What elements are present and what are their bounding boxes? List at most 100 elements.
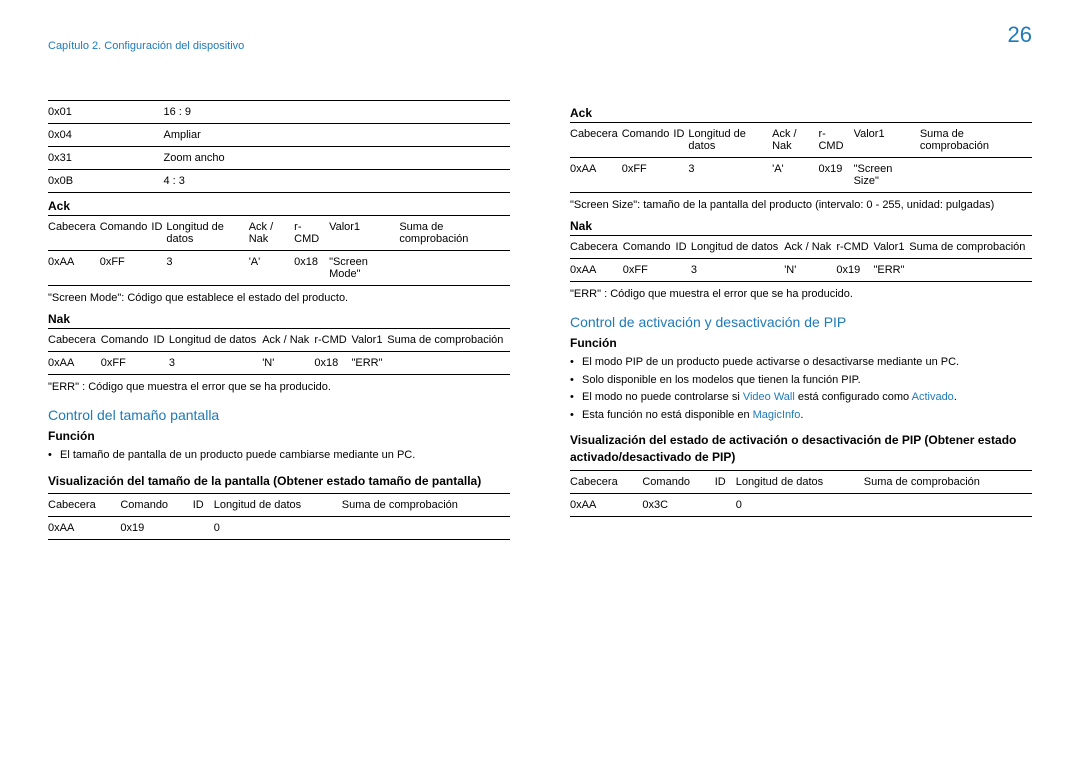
col-header: Cabecera — [570, 236, 623, 259]
col-header: Suma de comprobación — [387, 329, 510, 352]
col-header: r-CMD — [818, 123, 853, 158]
viz-table: Cabecera Comando ID Longitud de datos Su… — [570, 470, 1032, 517]
cell — [342, 517, 510, 540]
text: Esta función no está disponible en — [582, 409, 753, 421]
col-header: ID — [193, 494, 214, 517]
cell: 0xFF — [101, 352, 154, 375]
viz-table: Cabecera Comando ID Longitud de datos Su… — [48, 493, 510, 540]
col-header: Valor1 — [873, 236, 909, 259]
cell — [909, 259, 1032, 282]
ack-heading: Ack — [48, 199, 510, 213]
cell: 'A' — [772, 158, 818, 193]
cell: "Screen Mode" — [329, 251, 399, 286]
cell: 0x31 — [48, 147, 164, 170]
col-header: Longitud de datos — [736, 470, 864, 493]
funcion-list: El modo PIP de un producto puede activar… — [570, 354, 1032, 424]
funcion-list: El tamaño de pantalla de un producto pue… — [48, 447, 510, 465]
col-header: ID — [154, 329, 169, 352]
cell: 0 — [736, 493, 864, 516]
list-item: El modo PIP de un producto puede activar… — [570, 354, 1032, 372]
col-header: Comando — [622, 123, 674, 158]
cell: 0xAA — [48, 517, 120, 540]
cell: 'A' — [249, 251, 294, 286]
list-item: El tamaño de pantalla de un producto pue… — [48, 447, 510, 465]
chapter-header: Capítulo 2. Configuración del dispositiv… — [48, 40, 244, 52]
term-video-wall: Video Wall — [743, 391, 795, 403]
cell: Ampliar — [164, 124, 511, 147]
col-header: Ack / Nak — [772, 123, 818, 158]
cell — [715, 493, 736, 516]
cell: 0xAA — [570, 259, 623, 282]
cell: 0x01 — [48, 101, 164, 124]
funcion-heading: Función — [48, 429, 510, 443]
nak-note: "ERR" : Código que muestra el error que … — [570, 288, 1032, 300]
text: . — [954, 391, 957, 403]
col-header: ID — [673, 123, 688, 158]
cell: 0x18 — [314, 352, 351, 375]
col-header: Ack / Nak — [784, 236, 836, 259]
page-number: 26 — [1008, 22, 1032, 48]
cell: 0x19 — [120, 517, 192, 540]
col-header: Cabecera — [570, 470, 642, 493]
cell: 0 — [214, 517, 342, 540]
col-header: Longitud de datos — [169, 329, 262, 352]
col-header: Longitud de datos — [166, 216, 248, 251]
col-header: ID — [151, 216, 166, 251]
cell — [193, 517, 214, 540]
funcion-heading: Función — [570, 336, 1032, 350]
cell: 3 — [166, 251, 248, 286]
screen-mode-codes-table: 0x0116 : 9 0x04Ampliar 0x31Zoom ancho 0x… — [48, 100, 510, 193]
col-header: Cabecera — [48, 329, 101, 352]
cell: "ERR" — [351, 352, 387, 375]
list-item: Esta función no está disponible en Magic… — [570, 407, 1032, 425]
col-header: Suma de comprobación — [909, 236, 1032, 259]
cell — [673, 158, 688, 193]
cell: 16 : 9 — [164, 101, 511, 124]
col-header: r-CMD — [836, 236, 873, 259]
viz-heading: Visualización del estado de activación o… — [570, 432, 1032, 466]
ack-heading: Ack — [570, 106, 1032, 120]
cell: 3 — [691, 259, 784, 282]
col-header: Cabecera — [48, 216, 100, 251]
nak-note: "ERR" : Código que muestra el error que … — [48, 381, 510, 393]
col-header: Cabecera — [570, 123, 622, 158]
list-item: Solo disponible en los modelos que tiene… — [570, 372, 1032, 390]
col-header: Suma de comprobación — [399, 216, 510, 251]
col-header: Cabecera — [48, 494, 120, 517]
col-header: Ack / Nak — [262, 329, 314, 352]
col-header: Longitud de datos — [214, 494, 342, 517]
cell: 0xAA — [570, 158, 622, 193]
col-header: Suma de comprobación — [342, 494, 510, 517]
ack-table: Cabecera Comando ID Longitud de datos Ac… — [48, 215, 510, 286]
cell — [864, 493, 1032, 516]
cell: Zoom ancho — [164, 147, 511, 170]
col-header: Suma de comprobación — [920, 123, 1032, 158]
col-header: Comando — [101, 329, 154, 352]
col-header: ID — [715, 470, 736, 493]
cell: 0xFF — [622, 158, 674, 193]
col-header: Valor1 — [854, 123, 920, 158]
cell: 0xFF — [623, 259, 676, 282]
col-header: Valor1 — [351, 329, 387, 352]
cell — [676, 259, 691, 282]
col-header: Comando — [623, 236, 676, 259]
cell: 0xAA — [48, 251, 100, 286]
cell: "Screen Size" — [854, 158, 920, 193]
col-header: Ack / Nak — [249, 216, 294, 251]
viz-heading: Visualización del tamaño de la pantalla … — [48, 473, 510, 490]
nak-heading: Nak — [48, 312, 510, 326]
text: . — [800, 409, 803, 421]
left-column: 0x0116 : 9 0x04Ampliar 0x31Zoom ancho 0x… — [48, 100, 510, 546]
col-header: Comando — [100, 216, 152, 251]
cell: 0x19 — [818, 158, 853, 193]
col-header: r-CMD — [314, 329, 351, 352]
nak-table: Cabecera Comando ID Longitud de datos Ac… — [570, 235, 1032, 282]
cell — [920, 158, 1032, 193]
cell: 0x3C — [642, 493, 714, 516]
col-header: Longitud de datos — [691, 236, 784, 259]
section-pip-control: Control de activación y desactivación de… — [570, 314, 1032, 330]
cell: 0x04 — [48, 124, 164, 147]
term-magicinfo: MagicInfo — [753, 409, 801, 421]
cell — [151, 251, 166, 286]
cell: 0xAA — [48, 352, 101, 375]
